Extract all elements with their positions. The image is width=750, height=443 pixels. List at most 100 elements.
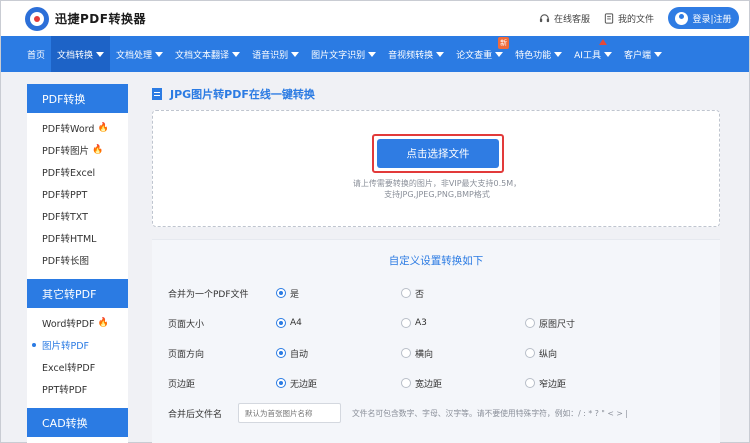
sidebar-section-cad-convert[interactable]: CAD转换 xyxy=(27,408,128,437)
sidebar-item-label: PDF转HTML xyxy=(42,234,97,245)
login-register-button[interactable]: 登录|注册 xyxy=(668,7,739,29)
sidebar-item-pdf-to-txt[interactable]: PDF转TXT xyxy=(27,205,128,227)
sidebar-section-other-to-pdf[interactable]: 其它转PDF xyxy=(27,279,128,308)
login-register-label: 登录|注册 xyxy=(692,14,732,25)
settings-title: 自定义设置转换如下 xyxy=(388,255,484,267)
nav-translate-label: 文档文本翻译 xyxy=(175,50,230,61)
filename-input[interactable] xyxy=(238,403,341,423)
sidebar-item-pdf-to-long-image[interactable]: PDF转长图 xyxy=(27,249,128,271)
page-size-a4-option[interactable]: A4 xyxy=(276,318,302,328)
sidebar-item-pdf-to-ppt[interactable]: PDF转PPT xyxy=(27,183,128,205)
orientation-portrait-option[interactable]: 纵向 xyxy=(525,347,557,360)
radio-checked xyxy=(276,288,286,298)
orientation-label: 页面方向 xyxy=(168,349,205,360)
nav-speech[interactable]: 语音识别 xyxy=(252,36,300,72)
logo-text: 迅捷PDF转换器 xyxy=(55,12,146,26)
sidebar-item-pdf-to-excel[interactable]: PDF转Excel xyxy=(27,161,128,183)
file-icon xyxy=(604,12,614,24)
option-label: A3 xyxy=(415,318,427,328)
margin-none-option[interactable]: 无边距 xyxy=(276,377,317,390)
option-label: 是 xyxy=(290,289,300,300)
nav-home[interactable]: 首页 xyxy=(27,36,45,72)
caret-down-icon xyxy=(155,51,164,57)
my-files-label: 我的文件 xyxy=(617,14,654,25)
select-file-button[interactable]: 点击选择文件 xyxy=(377,139,499,168)
nav-doc-process[interactable]: 文档处理 xyxy=(116,36,164,72)
merge-row: 合并为一个PDF文件 是 否 xyxy=(152,285,720,301)
merge-label: 合并为一个PDF文件 xyxy=(168,289,249,300)
page-size-a3-option[interactable]: A3 xyxy=(401,318,427,328)
orientation-landscape-option[interactable]: 横向 xyxy=(401,347,433,360)
filename-note: 文件名可包含数字、字母、汉字等。请不要使用特殊字符，例如：/ : * ? " <… xyxy=(352,408,629,418)
radio-unchecked xyxy=(525,348,535,358)
orientation-auto-option[interactable]: 自动 xyxy=(276,347,308,360)
upload-hint-line1: 请上传需要转换的图片，非VIP最大支持0.5M， xyxy=(352,179,522,188)
sidebar-item-label: PDF转长图 xyxy=(42,256,90,267)
nav-home-label: 首页 xyxy=(27,50,46,61)
merge-no-option[interactable]: 否 xyxy=(401,287,424,300)
sidebar-item-ppt-to-pdf[interactable]: PPT转PDF xyxy=(27,378,128,400)
sidebar-item-excel-to-pdf[interactable]: Excel转PDF xyxy=(27,356,128,378)
nav-ocr[interactable]: 图片文字识别 xyxy=(311,36,377,72)
hot-flame-icon: 🔥 xyxy=(92,145,104,155)
radio-unchecked xyxy=(525,378,535,388)
upload-dropzone[interactable]: 点击选择文件 请上传需要转换的图片，非VIP最大支持0.5M， 支持JPG,JP… xyxy=(152,110,720,227)
nav-client[interactable]: 客户端 xyxy=(624,36,662,72)
sidebar-item-label: Word转PDF xyxy=(42,319,95,330)
radio-unchecked xyxy=(401,378,411,388)
radio-unchecked xyxy=(401,288,411,298)
sidebar-section-pdf-convert[interactable]: PDF转换 xyxy=(27,84,128,113)
caret-down-icon xyxy=(368,51,377,57)
caret-down-icon xyxy=(554,51,563,57)
sidebar: PDF转换 PDF转Word 🔥 PDF转图片 🔥 PDF转Excel PDF转PP… xyxy=(27,84,128,443)
radio-unchecked xyxy=(401,318,411,328)
filename-row: 合并后文件名 文件名可包含数字、字母、汉字等。请不要使用特殊字符，例如：/ : … xyxy=(152,403,720,423)
margin-narrow-option[interactable]: 窄边距 xyxy=(525,377,566,390)
my-files-link[interactable]: 我的文件 xyxy=(604,12,654,25)
radio-unchecked xyxy=(525,318,535,328)
radio-checked xyxy=(276,378,286,388)
sidebar-item-word-to-pdf[interactable]: Word转PDF 🔥 xyxy=(27,312,128,334)
customer-service-label: 在线客服 xyxy=(553,14,590,25)
option-label: 横向 xyxy=(415,349,434,360)
nav-translate[interactable]: 文档文本翻译 xyxy=(175,36,241,72)
radio-checked xyxy=(276,318,286,328)
sidebar-item-image-to-pdf[interactable]: 图片转PDF xyxy=(27,334,128,356)
sidebar-item-label: Excel转PDF xyxy=(42,363,96,374)
caret-down-icon xyxy=(495,51,504,57)
sidebar-item-pdf-to-image[interactable]: PDF转图片 🔥 xyxy=(27,139,128,161)
hot-flame-icon: 🔥 xyxy=(97,123,109,133)
sidebar-item-label: PPT转PDF xyxy=(42,385,88,396)
sidebar-item-label: PDF转图片 xyxy=(42,146,90,157)
sidebar-item-label: 图片转PDF xyxy=(42,341,90,352)
radio-checked xyxy=(276,348,286,358)
page-size-original-option[interactable]: 原图尺寸 xyxy=(525,317,575,330)
sidebar-item-pdf-to-word[interactable]: PDF转Word 🔥 xyxy=(27,117,128,139)
document-icon xyxy=(152,88,162,100)
merge-yes-option[interactable]: 是 xyxy=(276,287,299,300)
user-icon xyxy=(675,11,689,25)
caret-down-icon xyxy=(96,51,105,57)
logo[interactable]: 迅捷PDF转换器 xyxy=(25,6,146,31)
radio-unchecked xyxy=(401,348,411,358)
nav-speech-label: 语音识别 xyxy=(252,50,289,61)
nav-client-label: 客户端 xyxy=(623,50,651,61)
nav-ai-tools[interactable]: AI工具 xyxy=(574,36,612,72)
customer-service-link[interactable]: 在线客服 xyxy=(539,12,590,25)
caret-down-icon xyxy=(232,51,241,57)
nav-av-convert-label: 音视频转换 xyxy=(388,50,434,61)
top-header: 迅捷PDF转换器 在线客服 我的文件 登录|注册 xyxy=(1,1,749,36)
nav-plagiarism[interactable]: 论文查重新 xyxy=(456,36,510,72)
margin-wide-option[interactable]: 宽边距 xyxy=(401,377,442,390)
settings-panel: 自定义设置转换如下 合并为一个PDF文件 是 否 页面大小 A4 A3 原图尺寸… xyxy=(152,239,720,443)
nav-ocr-label: 图片文字识别 xyxy=(311,50,366,61)
margin-label: 页边距 xyxy=(168,379,196,390)
nav-doc-convert[interactable]: 文档转换 xyxy=(51,36,111,72)
option-label: 否 xyxy=(415,289,425,300)
caret-down-icon xyxy=(603,51,612,57)
new-badge: 新 xyxy=(498,37,510,49)
nav-av-convert[interactable]: 音视频转换 xyxy=(388,36,445,72)
nav-features[interactable]: 特色功能 xyxy=(515,36,563,72)
logo-icon xyxy=(25,6,49,31)
sidebar-item-pdf-to-html[interactable]: PDF转HTML xyxy=(27,227,128,249)
